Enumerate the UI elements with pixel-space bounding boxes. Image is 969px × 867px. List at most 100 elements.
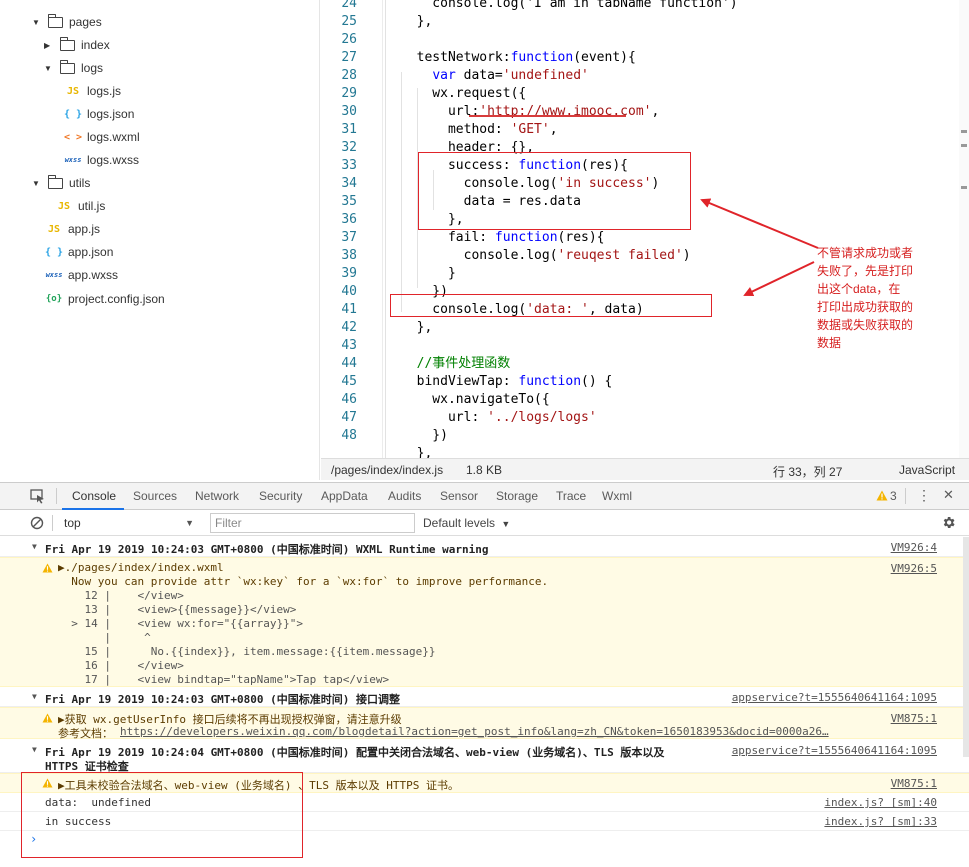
tree-item-index[interactable]: ▶ index [44, 35, 110, 55]
source-link[interactable]: index.js? [sm]:40 [824, 796, 937, 809]
tree-item-label: pages [69, 15, 102, 29]
chevron-down-icon[interactable]: ▼ [32, 18, 42, 27]
code-line[interactable]: fail: function(res){ [401, 229, 605, 247]
line-number: 45 [341, 374, 357, 389]
chevron-right-icon[interactable]: ▶ [44, 41, 54, 50]
code-line[interactable]: } [401, 265, 456, 283]
gear-icon[interactable] [941, 515, 956, 530]
code-line[interactable]: testNetwork:function(event){ [401, 49, 636, 67]
warning-icon [876, 490, 888, 501]
code-line[interactable]: url: '../logs/logs' [401, 409, 597, 427]
console-group-header[interactable]: ▼ Fri Apr 19 2019 10:24:03 GMT+0800 (中国标… [0, 537, 969, 557]
more-options-icon[interactable]: ⋮ [917, 487, 931, 504]
code-line[interactable]: url:'http://www.imooc.com', [401, 103, 659, 121]
code-line[interactable]: }) [401, 427, 448, 445]
code-line[interactable]: var data='undefined' [401, 67, 589, 85]
source-link[interactable]: VM926:5 [891, 562, 937, 575]
language-mode[interactable]: JavaScript [899, 463, 955, 477]
cursor-position[interactable]: 行 33，列 27 [773, 463, 842, 480]
collapse-triangle-icon[interactable]: ▼ [32, 692, 37, 701]
chevron-down-icon[interactable]: ▼ [32, 179, 42, 188]
clear-console-icon[interactable] [30, 516, 44, 530]
collapse-triangle-icon[interactable]: ▼ [32, 542, 37, 551]
scroll-marker [961, 130, 967, 133]
tree-item-project-config-json[interactable]: {o} project.config.json [45, 289, 165, 309]
tree-item-logs-json[interactable]: { } logs.json [64, 104, 134, 124]
tab-storage[interactable]: Storage [496, 489, 538, 503]
tab-network[interactable]: Network [195, 489, 239, 503]
tree-item-app-wxss[interactable]: wxss app.wxss [45, 265, 118, 285]
code-token: }, [401, 320, 433, 335]
console-warning[interactable]: ▶获取 wx.getUserInfo 接口后续将不再出现授权弹窗，请注意升级 参… [0, 707, 969, 740]
code-line[interactable]: wx.request({ [401, 85, 526, 103]
annotation-line: 数据 [817, 336, 842, 350]
code-line[interactable]: wx.navigateTo({ [401, 391, 549, 409]
reference-link[interactable]: https://developers.weixin.qq.com/blogdet… [120, 725, 829, 738]
chevron-down-icon: ▼ [501, 519, 511, 529]
console-scrollbar[interactable] [963, 537, 969, 757]
code-token: }) [401, 428, 448, 443]
source-link[interactable]: VM926:4 [891, 541, 937, 554]
tree-item-logs-wxss[interactable]: wxss logs.wxss [64, 150, 139, 170]
tree-item-label: logs.js [87, 84, 122, 98]
close-icon[interactable]: ✕ [943, 487, 954, 503]
source-link[interactable]: appservice?t=1555640641164:1095 [732, 744, 937, 757]
tree-item-label: utils [69, 176, 91, 190]
code-line[interactable]: bindViewTap: function() { [401, 373, 613, 391]
line-number: 27 [341, 50, 357, 65]
source-link[interactable]: VM875:1 [891, 712, 937, 725]
line-number: 48 [341, 428, 357, 443]
annotation-note: 不管请求成功或者 失败了，先是打印 出这个data，在 打印出成功获取的 数据或失败获取… [817, 244, 957, 352]
source-link[interactable]: VM875:1 [891, 777, 937, 790]
code-token: fail: [401, 230, 495, 245]
context-selector[interactable]: top ▼ [56, 513, 198, 533]
source-link[interactable]: appservice?t=1555640641164:1095 [732, 691, 937, 704]
code-token: 'reuqest failed' [557, 248, 683, 263]
source-link[interactable]: index.js? [sm]:33 [824, 815, 937, 828]
collapse-triangle-icon[interactable]: ▼ [32, 745, 37, 754]
code-line[interactable]: //事件处理函数 [401, 355, 511, 373]
code-line[interactable]: console.log('reuqest failed') [401, 247, 691, 265]
code-token: }, [401, 14, 433, 29]
tree-item-logs-wxml[interactable]: < > logs.wxml [64, 127, 140, 147]
tab-console[interactable]: Console [72, 489, 116, 503]
tab-wxml[interactable]: Wxml [602, 489, 632, 503]
warning-count[interactable]: 3 [890, 489, 897, 503]
inspect-element-icon[interactable] [30, 489, 45, 504]
tree-item-logs-js[interactable]: JS logs.js [64, 81, 121, 101]
tree-item-label: app.wxss [68, 268, 119, 282]
tab-appdata[interactable]: AppData [321, 489, 368, 503]
code-line[interactable]: }, [401, 445, 433, 458]
tab-audits[interactable]: Audits [388, 489, 421, 503]
filter-input[interactable] [210, 513, 415, 533]
code-line[interactable]: }, [401, 13, 433, 31]
tab-sensor[interactable]: Sensor [440, 489, 478, 503]
tree-item-app-js[interactable]: JS app.js [45, 219, 100, 239]
code-line[interactable]: }, [401, 319, 433, 337]
line-number: 36 [341, 212, 357, 227]
code-token: wx.request({ [401, 86, 527, 101]
editor-scrollbar[interactable] [959, 0, 969, 458]
chevron-down-icon[interactable]: ▼ [44, 64, 54, 73]
tab-sources[interactable]: Sources [133, 489, 177, 503]
console-warning[interactable]: ▶./pages/index/index.wxml Now you can pr… [0, 557, 969, 687]
tree-item-util-js[interactable]: JS util.js [55, 196, 105, 216]
line-number: 26 [341, 32, 357, 47]
warning-message: Now you can provide attr `wx:key` for a … [58, 575, 549, 588]
log-levels-dropdown[interactable]: Default levels ▼ [423, 516, 510, 530]
tree-item-pages[interactable]: ▼ pages [32, 12, 102, 32]
tab-security[interactable]: Security [259, 489, 302, 503]
line-number: 39 [341, 266, 357, 281]
tab-trace[interactable]: Trace [556, 489, 586, 503]
code-line[interactable]: console.log('I am in tabName function') [401, 0, 737, 13]
tree-item-utils[interactable]: ▼ utils [32, 173, 90, 193]
console-group-header[interactable]: ▼ Fri Apr 19 2019 10:24:03 GMT+0800 (中国标… [0, 687, 969, 707]
tree-item-app-json[interactable]: { } app.json [45, 242, 113, 262]
code-line[interactable]: method: 'GET', [401, 121, 558, 139]
console-group-header[interactable]: ▼ Fri Apr 19 2019 10:24:04 GMT+0800 (中国标… [0, 739, 969, 773]
tree-item-logs[interactable]: ▼ logs [44, 58, 103, 78]
tree-item-label: logs.wxss [87, 153, 140, 167]
code-frame-line: 15 | No.{{index}}, item.message:{{item.m… [58, 645, 436, 658]
line-number: 24 [341, 0, 357, 11]
